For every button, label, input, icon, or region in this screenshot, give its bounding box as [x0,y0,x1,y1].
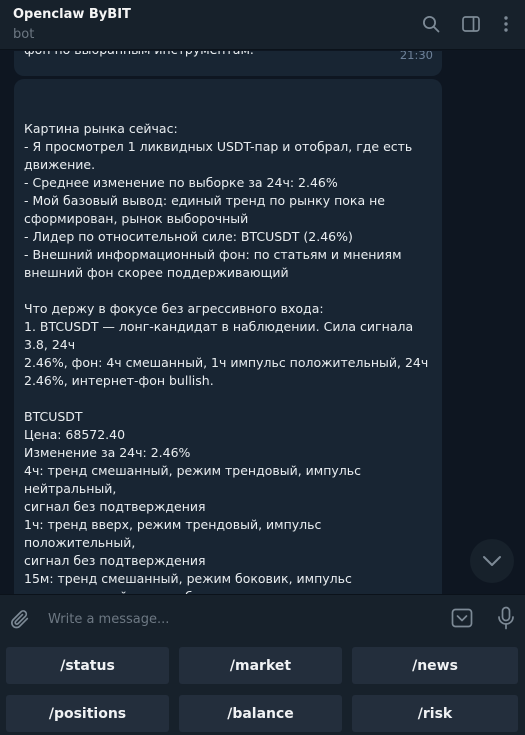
news-command-button[interactable]: /news [352,647,518,684]
message-composer [0,594,525,641]
message-text: фон по выбранным инструментам. [24,51,254,59]
positions-command-button[interactable]: /positions [6,695,169,732]
sidebar-toggle-icon[interactable] [460,13,482,35]
chat-title[interactable]: Openclaw ByBIT [13,7,131,22]
microphone-icon[interactable] [494,605,518,631]
status-command-button[interactable]: /status [6,647,169,684]
attach-icon[interactable] [7,606,33,632]
message-input[interactable] [48,608,438,630]
bot-keyboard: /status /market /news /positions /balanc… [0,641,525,735]
search-icon[interactable] [420,13,442,35]
market-command-button[interactable]: /market [179,647,342,684]
message-time: 21:30 [399,51,433,62]
risk-command-button[interactable]: /risk [352,695,518,732]
message-list[interactable]: фон по выбранным инструментам. 21:30 Кар… [0,51,525,594]
chat-subtitle: bot [13,27,35,42]
message-text: Картина рынка сейчас: - Я просмотрел 1 л… [24,121,429,594]
bot-commands-icon[interactable] [450,606,474,630]
more-options-icon[interactable] [495,13,517,35]
chevron-down-icon [483,556,501,566]
scroll-down-button[interactable] [470,539,514,583]
message-bubble[interactable]: Картина рынка сейчас: - Я просмотрел 1 л… [14,79,442,594]
chat-header: Openclaw ByBIT bot [0,0,525,50]
message-bubble[interactable]: фон по выбранным инструментам. 21:30 [14,51,442,76]
balance-command-button[interactable]: /balance [179,695,342,732]
